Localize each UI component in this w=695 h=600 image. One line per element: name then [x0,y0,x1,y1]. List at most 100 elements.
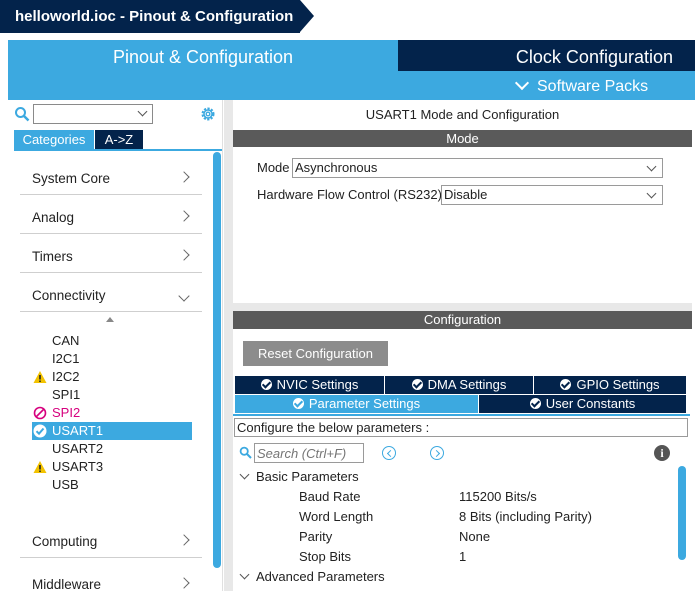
tabs-underline [233,414,690,416]
search-icon[interactable] [14,106,30,122]
peripheral-i2c1[interactable]: I2C1 [32,350,192,368]
category-label: Connectivity [32,288,106,303]
flow-control-value: Disable [444,187,488,202]
category-label: Computing [32,534,98,549]
category-label: Middleware [32,577,102,592]
parameters-scrollbar[interactable] [678,466,686,560]
tab-a-z[interactable]: A->Z [95,130,143,149]
peripheral-label: I2C1 [52,351,80,366]
configuration-header: Configuration [233,311,692,329]
panel-splitter[interactable] [224,100,233,591]
peripheral-label: SPI1 [52,387,81,402]
category-system-core[interactable]: System Core [20,157,202,195]
group-label: Basic Parameters [256,469,359,484]
category-analog[interactable]: Analog [20,196,202,234]
search-combo[interactable] [33,104,153,124]
chevron-right-icon [178,171,190,183]
chevron-down-icon [178,290,190,302]
gear-icon[interactable] [199,105,217,123]
peripheral-label: USART1 [52,423,104,438]
chevron-down-icon [239,569,250,580]
check-icon [560,379,572,390]
flow-control-select[interactable]: Disable [441,185,663,205]
peripheral-spi1[interactable]: SPI1 [32,386,192,404]
category-label: Timers [32,249,73,264]
chevron-down-icon [239,469,250,480]
chevron-right-icon [178,210,190,222]
tab-gpio-settings[interactable]: GPIO Settings [534,376,686,394]
peripheral-spi2[interactable]: SPI2 [32,404,192,422]
category-timers[interactable]: Timers [20,235,202,273]
tab-label: DMA Settings [427,377,507,392]
tab-label: GPIO Settings [576,377,660,392]
peripheral-label: SPI2 [52,405,81,420]
group-basic-parameters[interactable]: Basic Parameters [235,468,359,486]
warning-icon [33,461,47,473]
search-next-button[interactable] [430,446,444,460]
tab-nvic-settings[interactable]: NVIC Settings [235,376,385,394]
tab-dma-settings[interactable]: DMA Settings [385,376,534,394]
category-computing[interactable]: Computing [20,522,202,558]
param-name: Baud Rate [299,489,361,504]
breadcrumb-arrow [300,0,314,32]
software-packs-menu[interactable]: Software Packs [513,75,648,98]
param-name: Word Length [299,509,374,524]
tab-clock-configuration[interactable]: Clock Configuration [398,40,695,71]
check-icon [529,398,541,409]
group-label: Advanced Parameters [256,569,385,584]
left-tabs-underline [14,149,222,151]
parameter-search[interactable] [254,443,364,463]
peripheral-i2c2[interactable]: I2C2 [32,368,192,386]
param-value[interactable]: 115200 Bits/s [459,488,537,506]
category-label: Analog [32,210,75,225]
mode-select[interactable]: Asynchronous [292,158,663,178]
list-scroll-up-icon[interactable] [106,317,114,322]
parameter-search-input[interactable] [255,444,363,462]
disabled-icon [33,406,47,420]
category-middleware[interactable]: Middleware [20,566,202,600]
peripheral-label: USB [52,477,79,492]
peripheral-usb[interactable]: USB [32,476,192,494]
search-icon [239,446,252,459]
tab-label: User Constants [545,396,636,411]
peripheral-usart3[interactable]: USART3 [32,458,192,476]
chevron-down-icon [514,75,530,91]
peripheral-usart2[interactable]: USART2 [32,440,192,458]
category-connectivity[interactable]: Connectivity [20,274,202,312]
warning-icon [33,371,47,383]
check-icon [33,424,47,438]
window-title: helloworld.ioc - Pinout & Configuration [0,0,300,33]
flow-control-label: Hardware Flow Control (RS232) [257,187,442,202]
chevron-down-icon [137,106,148,117]
peripheral-label: CAN [52,333,80,348]
tab-label: NVIC Settings [276,377,359,392]
section-splitter[interactable] [233,303,692,311]
group-advanced-parameters[interactable]: Advanced Parameters [235,568,385,586]
reset-configuration-button[interactable]: Reset Configuration [243,341,388,366]
peripheral-label: USART3 [52,459,104,474]
search-previous-button[interactable] [382,446,396,460]
peripheral-label: USART2 [52,441,104,456]
category-label: System Core [32,171,111,186]
tab-user-constants[interactable]: User Constants [479,395,686,413]
check-icon [260,379,272,390]
param-value[interactable]: None [459,528,490,546]
mode-select-value: Asynchronous [295,160,378,175]
chevron-down-icon [646,161,657,172]
param-value[interactable]: 1 [459,548,466,566]
tab-parameter-settings[interactable]: Parameter Settings [235,395,479,413]
mode-label: Mode [257,160,290,175]
mode-config-title: USART1 Mode and Configuration [365,107,560,122]
chevron-right-icon [178,249,190,261]
param-value[interactable]: 8 Bits (including Parity) [459,508,592,526]
peripheral-can[interactable]: CAN [32,332,192,350]
tab-label: Parameter Settings [308,396,421,411]
chevron-down-icon [646,188,657,199]
mode-header: Mode [233,130,692,147]
left-scrollbar[interactable] [213,152,221,568]
tab-pinout-configuration[interactable]: Pinout & Configuration [8,40,398,72]
param-name: Parity [299,529,333,544]
tab-categories[interactable]: Categories [14,130,94,149]
peripheral-usart1[interactable]: USART1 [32,422,192,440]
info-icon[interactable]: i [654,445,670,461]
